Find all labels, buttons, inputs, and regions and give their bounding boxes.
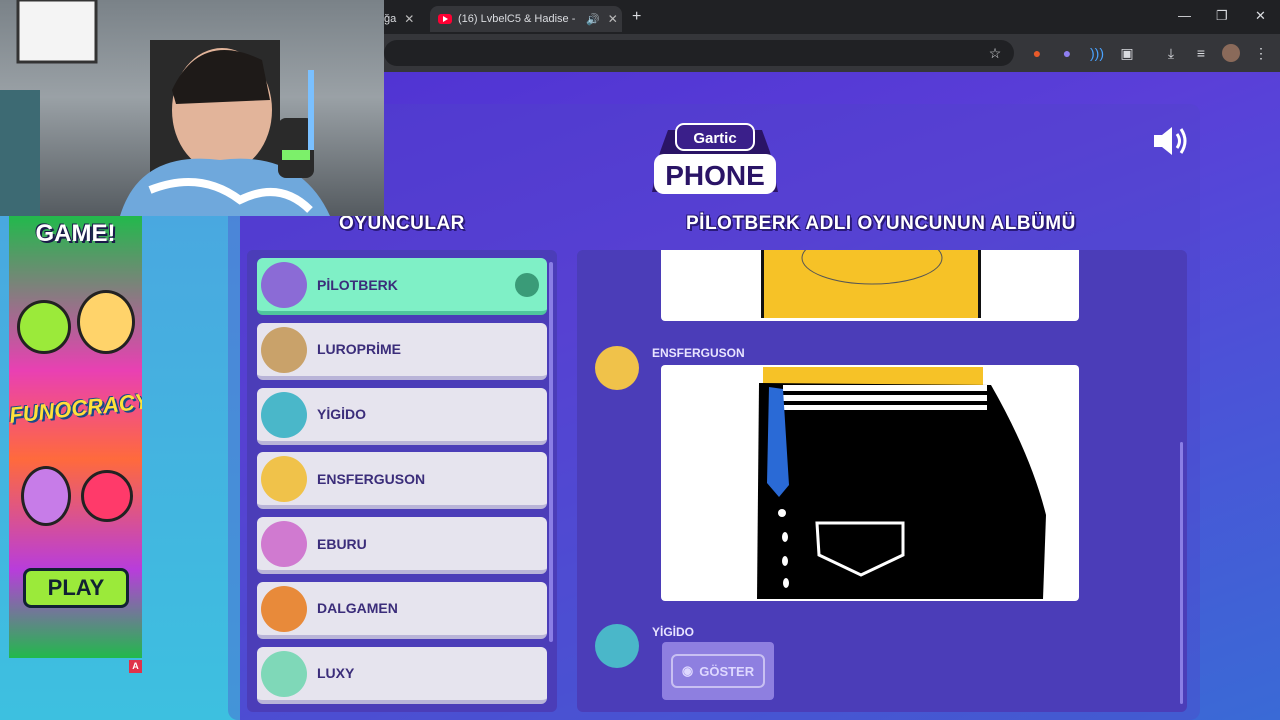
player-name: PİLOTBERK — [317, 276, 398, 293]
extension-wave-icon[interactable]: ))) — [1088, 44, 1106, 62]
close-tab-icon[interactable]: ✕ — [608, 12, 618, 26]
logo-bottom-text: PHONE — [665, 160, 765, 191]
players-heading: OYUNCULAR — [339, 213, 465, 234]
album-author-name: YİGİDO — [652, 625, 695, 639]
ad-brand: FUNOCRACY — [9, 388, 142, 428]
player-name: YİGİDO — [317, 406, 367, 423]
tab-youtube[interactable]: (16) LvbelC5 & Hadise - NE 🔊 ✕ — [430, 6, 622, 32]
show-button-label: GÖSTER — [699, 663, 755, 679]
logo-top-text: Gartic — [693, 130, 736, 147]
player-item-luroprime[interactable]: LUROPRİME — [257, 322, 547, 380]
player-name: EBURU — [317, 535, 367, 552]
tab-title: (16) LvbelC5 & Hadise - NE — [458, 13, 578, 25]
player-name: ENSFERGUSON — [317, 470, 426, 487]
speaker-icon[interactable] — [1152, 124, 1190, 158]
advertisement[interactable]: GAME! FUNOCRACY PLAY — [9, 216, 142, 658]
ad-headline: GAME! — [35, 220, 116, 247]
media-control-icon[interactable]: ≡ — [1192, 44, 1210, 62]
album-panel: ENSFERGUSON YİGİDO ◉ GÖSTER — [577, 250, 1187, 712]
player-item-eburu[interactable]: EBURU — [257, 517, 547, 575]
player-item-yigido[interactable]: YİGİDO — [257, 387, 547, 445]
player-item-ensferguson[interactable]: ENSFERGUSON — [257, 452, 547, 510]
bearded-face-icon — [21, 466, 71, 526]
player-item-luxy[interactable]: LUXY — [257, 646, 547, 704]
player-name: DALGAMEN — [317, 600, 398, 617]
thumbs-up-icon — [17, 300, 71, 354]
ad-play-button[interactable]: PLAY — [23, 568, 129, 608]
album-author-name: ENSFERGUSON — [652, 346, 745, 360]
show-button[interactable]: ◉ GÖSTER — [671, 654, 765, 688]
player-name: LUXY — [317, 665, 355, 682]
laughing-face-icon — [77, 290, 135, 354]
extension-fox-icon[interactable]: ● — [1028, 44, 1046, 62]
avatar — [261, 585, 307, 632]
eye-icon: ◉ — [681, 663, 694, 678]
player-item-dalgamen[interactable]: DALGAMEN — [257, 581, 547, 639]
bookmark-star-icon[interactable]: ☆ — [986, 44, 1004, 62]
extension-chat-icon[interactable]: ● — [1058, 44, 1076, 62]
player-name: LUROPRİME — [317, 341, 401, 358]
close-tab-icon[interactable]: ✕ — [404, 12, 414, 26]
album-heading: PİLOTBERK ADLI OYUNCUNUN ALBÜMÜ — [686, 213, 1076, 234]
avatar — [261, 391, 307, 438]
angry-face-icon — [81, 470, 133, 522]
album-drawing-previous — [661, 250, 1079, 321]
address-bar[interactable] — [384, 40, 1014, 66]
album-drawing — [661, 365, 1079, 601]
avatar — [261, 262, 307, 308]
maximize-icon[interactable]: ❐ — [1216, 8, 1228, 24]
avatar — [261, 521, 307, 568]
avatar — [261, 650, 307, 697]
profile-avatar[interactable] — [1222, 44, 1240, 62]
player-list: PİLOTBERK LUROPRİME YİGİDO ENSFERGUSON E… — [247, 250, 557, 712]
adchoices-icon[interactable]: A — [129, 660, 142, 673]
gartic-phone-logo: Gartic PHONE — [652, 123, 778, 194]
album-scrollbar[interactable] — [1180, 442, 1183, 704]
avatar — [595, 624, 639, 668]
player-list-scrollbar[interactable] — [549, 262, 553, 642]
player-item-pilotberk[interactable]: PİLOTBERK — [257, 258, 547, 315]
webcam-overlay — [0, 0, 384, 216]
youtube-icon — [438, 14, 452, 24]
minimize-icon[interactable]: — — [1178, 8, 1191, 23]
avatar — [261, 456, 307, 503]
extensions-puzzle-icon[interactable]: ▣ — [1118, 44, 1136, 62]
crown-icon — [515, 273, 539, 297]
tab-previous[interactable]: ğa ✕ — [384, 6, 424, 32]
tab-title: ğa — [384, 13, 397, 25]
speaker-icon[interactable]: 🔊 — [586, 13, 600, 26]
drawing-shirt-top — [761, 250, 981, 318]
avatar — [595, 346, 639, 390]
new-tab-button[interactable]: + — [632, 8, 641, 26]
close-window-icon[interactable]: ✕ — [1255, 8, 1266, 24]
avatar — [261, 326, 307, 373]
menu-kebab-icon[interactable]: ⋮ — [1252, 44, 1270, 62]
download-icon[interactable]: ⤓ — [1162, 44, 1180, 62]
